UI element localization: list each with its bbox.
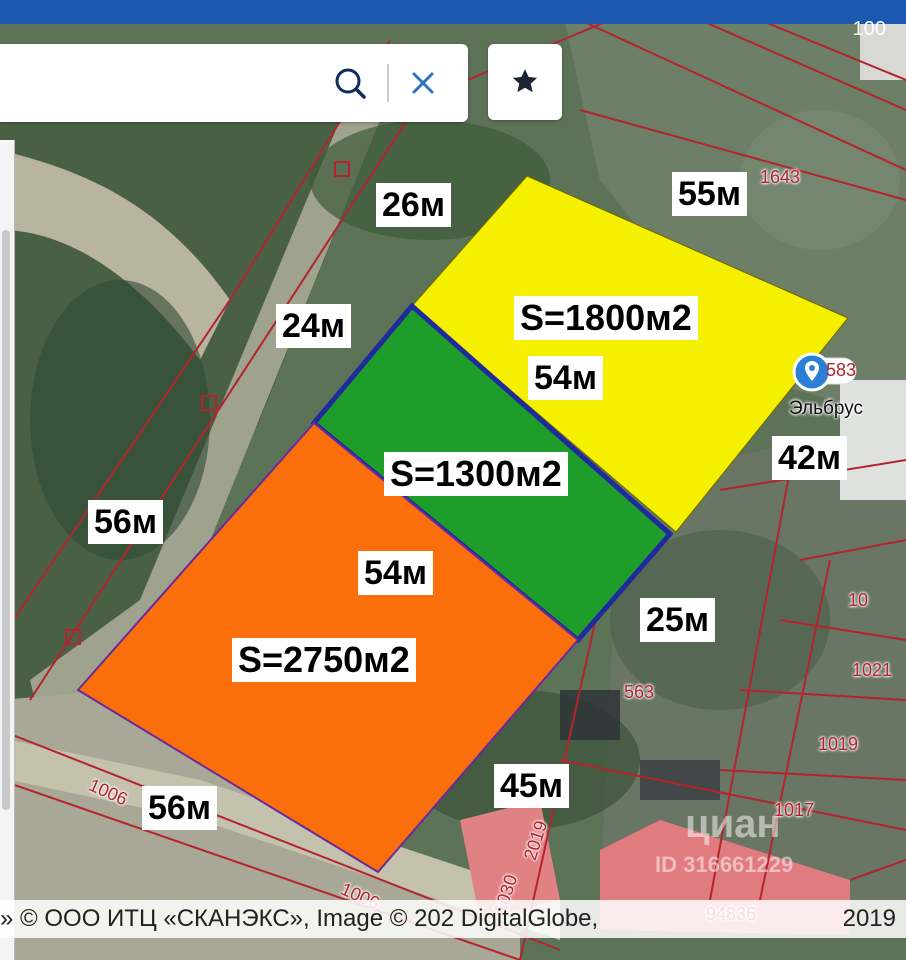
star-icon [512,69,538,93]
search-icon[interactable] [332,64,370,102]
search-input[interactable] [0,44,320,122]
cadastral-number: 563 [624,682,655,702]
poi-label: Эльбрус [789,398,864,419]
close-icon[interactable] [404,64,442,102]
location-pin-icon[interactable]: 583 [792,352,858,401]
measurement-label: 26м [376,183,451,227]
measurement-label: 24м [276,304,351,348]
watermark-id: ID 316661229 [655,852,794,877]
measurement-label: 25м [640,598,715,642]
measurement-label: 42м [772,436,847,480]
measurement-label: 56м [88,500,163,544]
measurement-label: 56м [142,786,217,830]
cadastral-number: 1019 [818,734,859,754]
area-label-orange: S=2750м2 [232,638,416,682]
cadastral-number: 1021 [852,660,893,680]
measurement-label: 45м [494,764,569,808]
corner-number: 100 [852,18,886,40]
scrollbar-thumb[interactable] [2,230,10,810]
watermark-name: циан [685,802,781,846]
cadastral-number: 1643 [760,167,801,187]
attribution-year: 2019 [842,905,896,932]
measurement-label: 54м [358,551,433,595]
side-panel[interactable] [0,140,15,960]
area-label-yellow: S=1800м2 [514,296,698,340]
attribution-text: » © ООО ИТЦ «СКАНЭКС», Image © 202 Digit… [0,905,599,932]
area-label-green: S=1300м2 [384,452,568,496]
map-attribution: » © ООО ИТЦ «СКАНЭКС», Image © 202 Digit… [0,900,906,938]
top-bar: 100 [0,0,906,40]
cadastral-number: 10 [848,590,869,610]
poi-number: 583 [826,360,857,380]
favorite-button[interactable] [488,44,562,120]
measurement-label: 54м [528,356,603,400]
search-bar [0,44,468,122]
search-divider [387,64,389,102]
measurement-label: 55м [672,172,747,216]
